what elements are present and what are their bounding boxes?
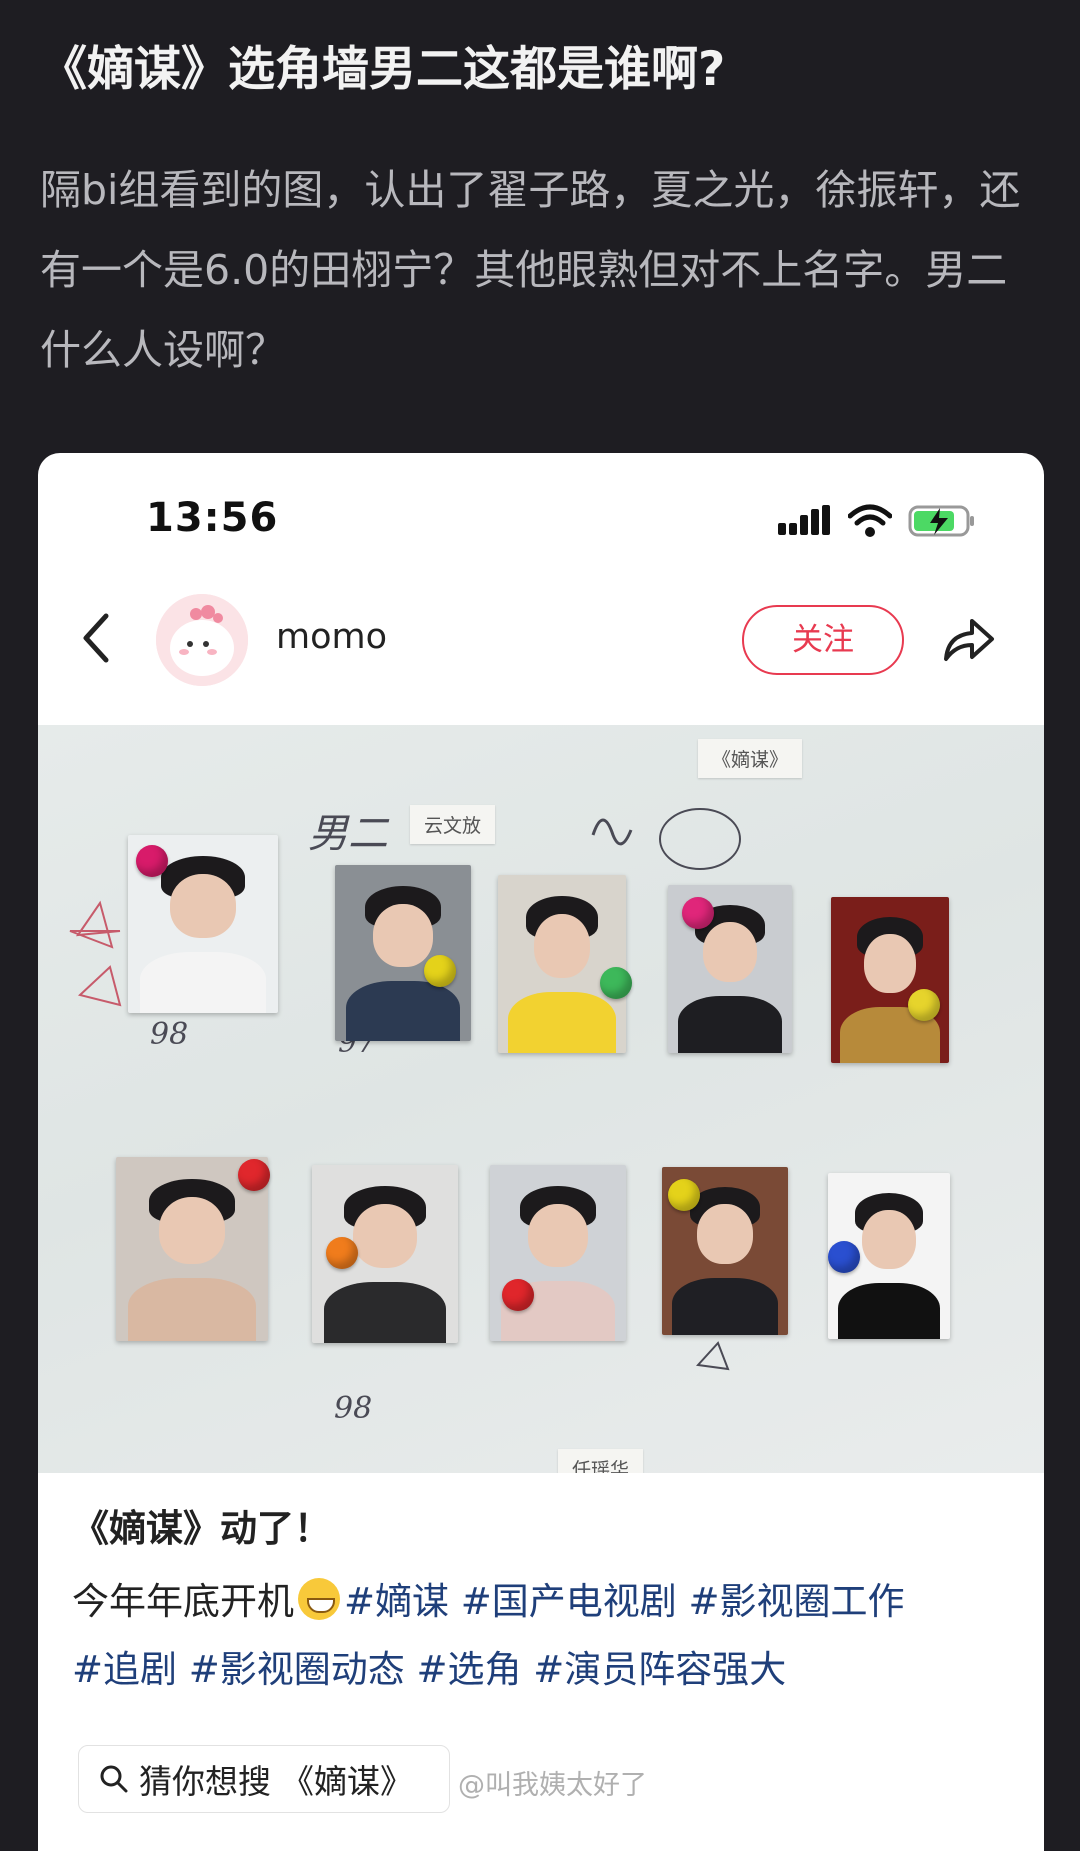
grin-emoji-icon bbox=[298, 1578, 340, 1620]
back-icon[interactable] bbox=[74, 608, 120, 668]
signal-icon bbox=[778, 505, 830, 535]
follow-button[interactable]: 关注 bbox=[742, 605, 904, 675]
post-title: 《嫡谋》选角墙男二这都是谁啊? bbox=[40, 42, 726, 97]
status-icons bbox=[778, 501, 976, 541]
post-body: 隔bi组看到的图，认出了翟子路，夏之光，徐振轩，还有一个是6.0的田栩宁？其他眼… bbox=[40, 166, 1021, 374]
hashtag-line[interactable]: #追剧 #影视圈动态 #选角 #演员阵容强大 bbox=[72, 1636, 1032, 1704]
watermark: @叫我姨太好了 bbox=[458, 1770, 647, 1801]
search-suggestion-query: 《嫡谋》 bbox=[281, 1762, 413, 1801]
note-line-1: 今年年底开机 #嫡谋 #国产电视剧 #影视圈工作 bbox=[72, 1568, 1032, 1636]
dino-avatar-icon bbox=[156, 594, 248, 686]
embedded-screenshot: 13:56 momo 关注 《嫡谋》 云文放 任瑶华 男二 98 97 98 《… bbox=[38, 453, 1044, 1851]
magnet bbox=[828, 1241, 860, 1273]
magnet bbox=[326, 1237, 358, 1269]
magnet bbox=[136, 845, 168, 877]
search-suggestion[interactable]: 猜你想搜 《嫡谋》 bbox=[78, 1745, 450, 1813]
magnet bbox=[668, 1179, 700, 1211]
actor-photo bbox=[498, 875, 626, 1053]
magnet bbox=[238, 1159, 270, 1191]
note-body: 今年年底开机 #嫡谋 #国产电视剧 #影视圈工作 #追剧 #影视圈动态 #选角 #… bbox=[72, 1568, 1032, 1704]
username[interactable]: momo bbox=[276, 617, 387, 657]
casting-board-photo: 《嫡谋》 云文放 任瑶华 男二 98 97 00 98 bbox=[38, 725, 1044, 1473]
hashtag-line[interactable]: #嫡谋 #国产电视剧 #影视圈工作 bbox=[344, 1580, 905, 1623]
actor-photo bbox=[831, 897, 949, 1063]
avatar[interactable] bbox=[156, 594, 248, 686]
actor-photo bbox=[490, 1165, 626, 1341]
actor-photo bbox=[335, 865, 471, 1041]
battery-charging-icon bbox=[908, 505, 974, 537]
magnet bbox=[600, 967, 632, 999]
post-page: 《嫡谋》选角墙男二这都是谁啊? 隔bi组看到的图，认出了翟子路，夏之光，徐振轩，… bbox=[0, 0, 1080, 1851]
note-title: 《嫡谋》动了！ bbox=[72, 1507, 331, 1550]
note-text: 今年年底开机 bbox=[72, 1580, 294, 1623]
share-icon[interactable] bbox=[938, 609, 998, 669]
search-suggestion-prefix: 猜你想搜 bbox=[139, 1762, 271, 1801]
wifi-icon bbox=[848, 504, 892, 537]
magnet bbox=[682, 897, 714, 929]
status-bar: 13:56 bbox=[38, 453, 1044, 563]
magnet bbox=[424, 955, 456, 987]
magnet bbox=[908, 989, 940, 1021]
note-nav-bar: momo 关注 bbox=[38, 573, 1044, 703]
status-time: 13:56 bbox=[146, 495, 279, 541]
magnet bbox=[502, 1279, 534, 1311]
search-icon bbox=[100, 1765, 128, 1793]
